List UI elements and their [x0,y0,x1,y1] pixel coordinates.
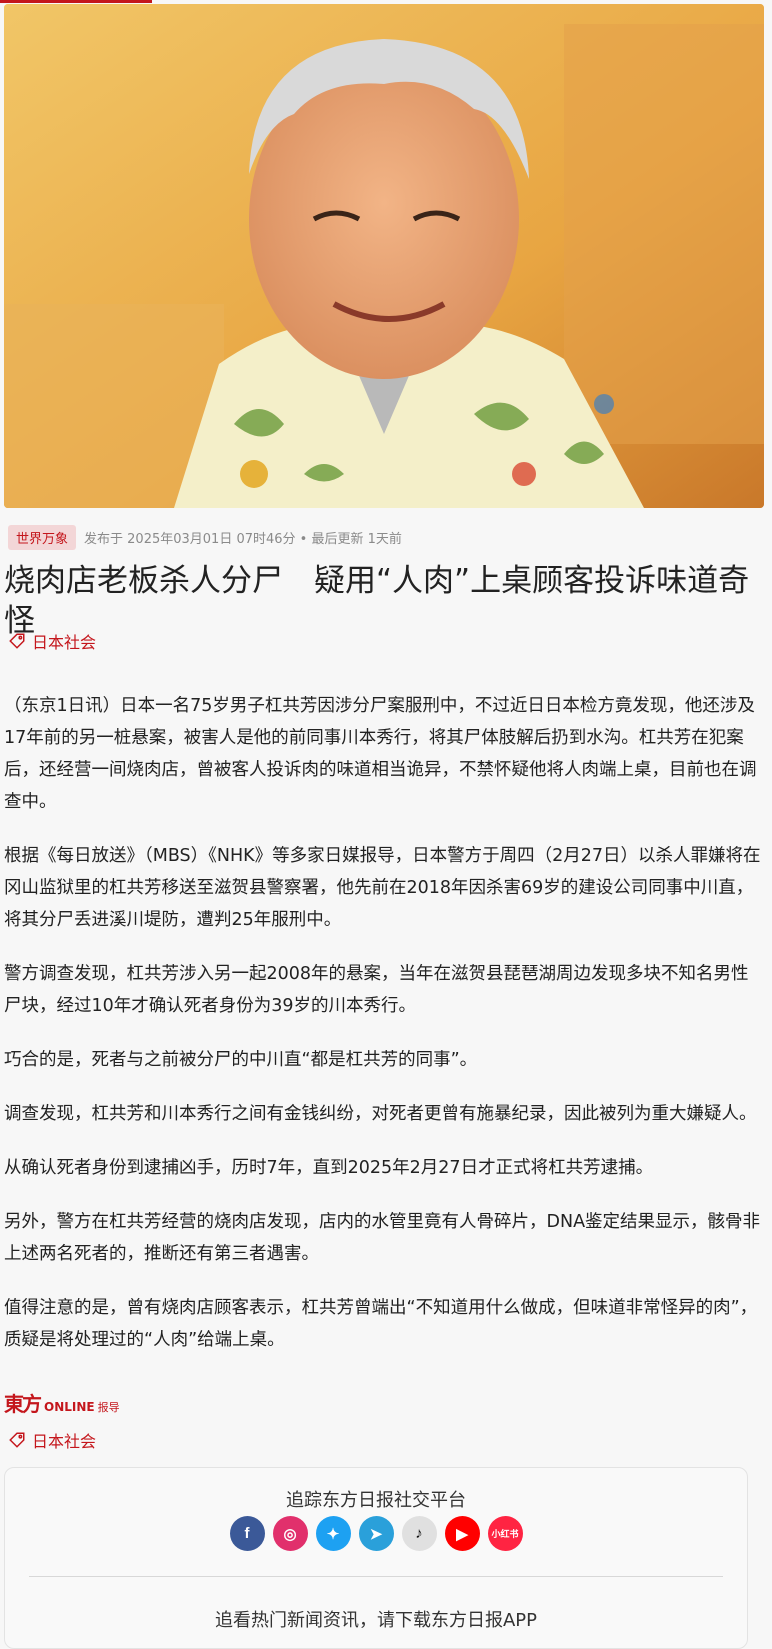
paragraph: 根据《每日放送》（MBS）《NHK》等多家日媒报导，日本警方于周四（2月27日）… [4,846,761,930]
paragraph: 巧合的是，死者与之前被分尸的中川直“都是杠共芳的同事”。 [4,1050,478,1070]
publish-info: 发布于 2025年03月01日 07时46分 • 最后更新 1天前 [84,531,402,547]
social-icons-row: f ◎ ✦ ➤ ♪ ▶ 小红书 [5,1516,747,1551]
hero-photo[interactable] [4,4,764,508]
article-headline: 烧肉店老板杀人分尸 疑用“人肉”上桌顾客投诉味道奇怪 [4,563,750,639]
paragraph: 从确认死者身份到逮捕凶手，历时7年，直到2025年2月27日才正式将杠共芳逮捕。 [4,1158,654,1178]
paragraph: 调查发现，杠共芳和川本秀行之间有金钱纠纷，对死者更曾有施暴纪录，因此被列为重大嫌… [4,1104,757,1124]
xiaohongshu-icon[interactable]: 小红书 [487,1516,523,1551]
tag-label: 日本社会 [32,633,97,652]
social-follow-box: 追踪东方日报社交平台 f ◎ ✦ ➤ ♪ ▶ 小红书 追看热门新闻资讯，请下载东方日报APP [4,1467,748,1649]
paragraph: （东京1日讯）日本一名75岁男子杠共芳因涉分尸案服刑中，不过近日日本检方竟发现，… [4,696,757,812]
telegram-icon[interactable]: ➤ [358,1516,394,1551]
tag-link-top[interactable]: 日本社会 [8,629,96,653]
instagram-icon[interactable]: ◎ [272,1516,308,1551]
category-badge[interactable]: 世界万象 [8,524,77,550]
source-logo: 東方 ONLINE 报导 [4,1388,120,1417]
paragraph: 警方调查发现，杠共芳涉入另一起2008年的悬案，当年在滋贺县琵琶湖周边发现多块不… [4,964,749,1016]
tag-icon [8,1431,26,1449]
twitter-icon[interactable]: ✦ [315,1516,351,1551]
youtube-icon[interactable]: ▶ [444,1516,480,1551]
hero-photo-illustration [4,4,764,508]
tag-label: 日本社会 [32,1432,97,1451]
article-page: 世界万象 发布于 2025年03月01日 07时46分 • 最后更新 1天前 烧… [0,0,772,1649]
source-logo-suffix: 报导 [97,1401,120,1414]
social-title: 追踪东方日报社交平台 [286,1490,466,1511]
top-accent-bar [0,0,152,3]
paragraph: 另外，警方在杠共芳经营的烧肉店发现，店内的水管里竟有人骨碎片，DNA鉴定结果显示… [4,1212,761,1264]
tiktok-icon[interactable]: ♪ [401,1516,437,1551]
article-meta: 世界万象 发布于 2025年03月01日 07时46分 • 最后更新 1天前 [8,524,402,550]
source-logo-online: ONLINE [44,1400,95,1414]
article-body: （东京1日讯）日本一名75岁男子杠共芳因涉分尸案服刑中，不过近日日本检方竟发现，… [4,690,766,1378]
app-download-prompt[interactable]: 追看热门新闻资讯，请下载东方日报APP [5,1606,747,1632]
tag-icon [8,632,26,650]
tag-link-bottom[interactable]: 日本社会 [8,1428,96,1452]
source-logo-main: 東方 [4,1392,42,1416]
divider [29,1576,723,1577]
paragraph: 值得注意的是，曾有烧肉店顾客表示，杠共芳曾端出“不知道用什么做成，但味道非常怪异… [4,1298,758,1350]
facebook-icon[interactable]: f [229,1516,265,1551]
